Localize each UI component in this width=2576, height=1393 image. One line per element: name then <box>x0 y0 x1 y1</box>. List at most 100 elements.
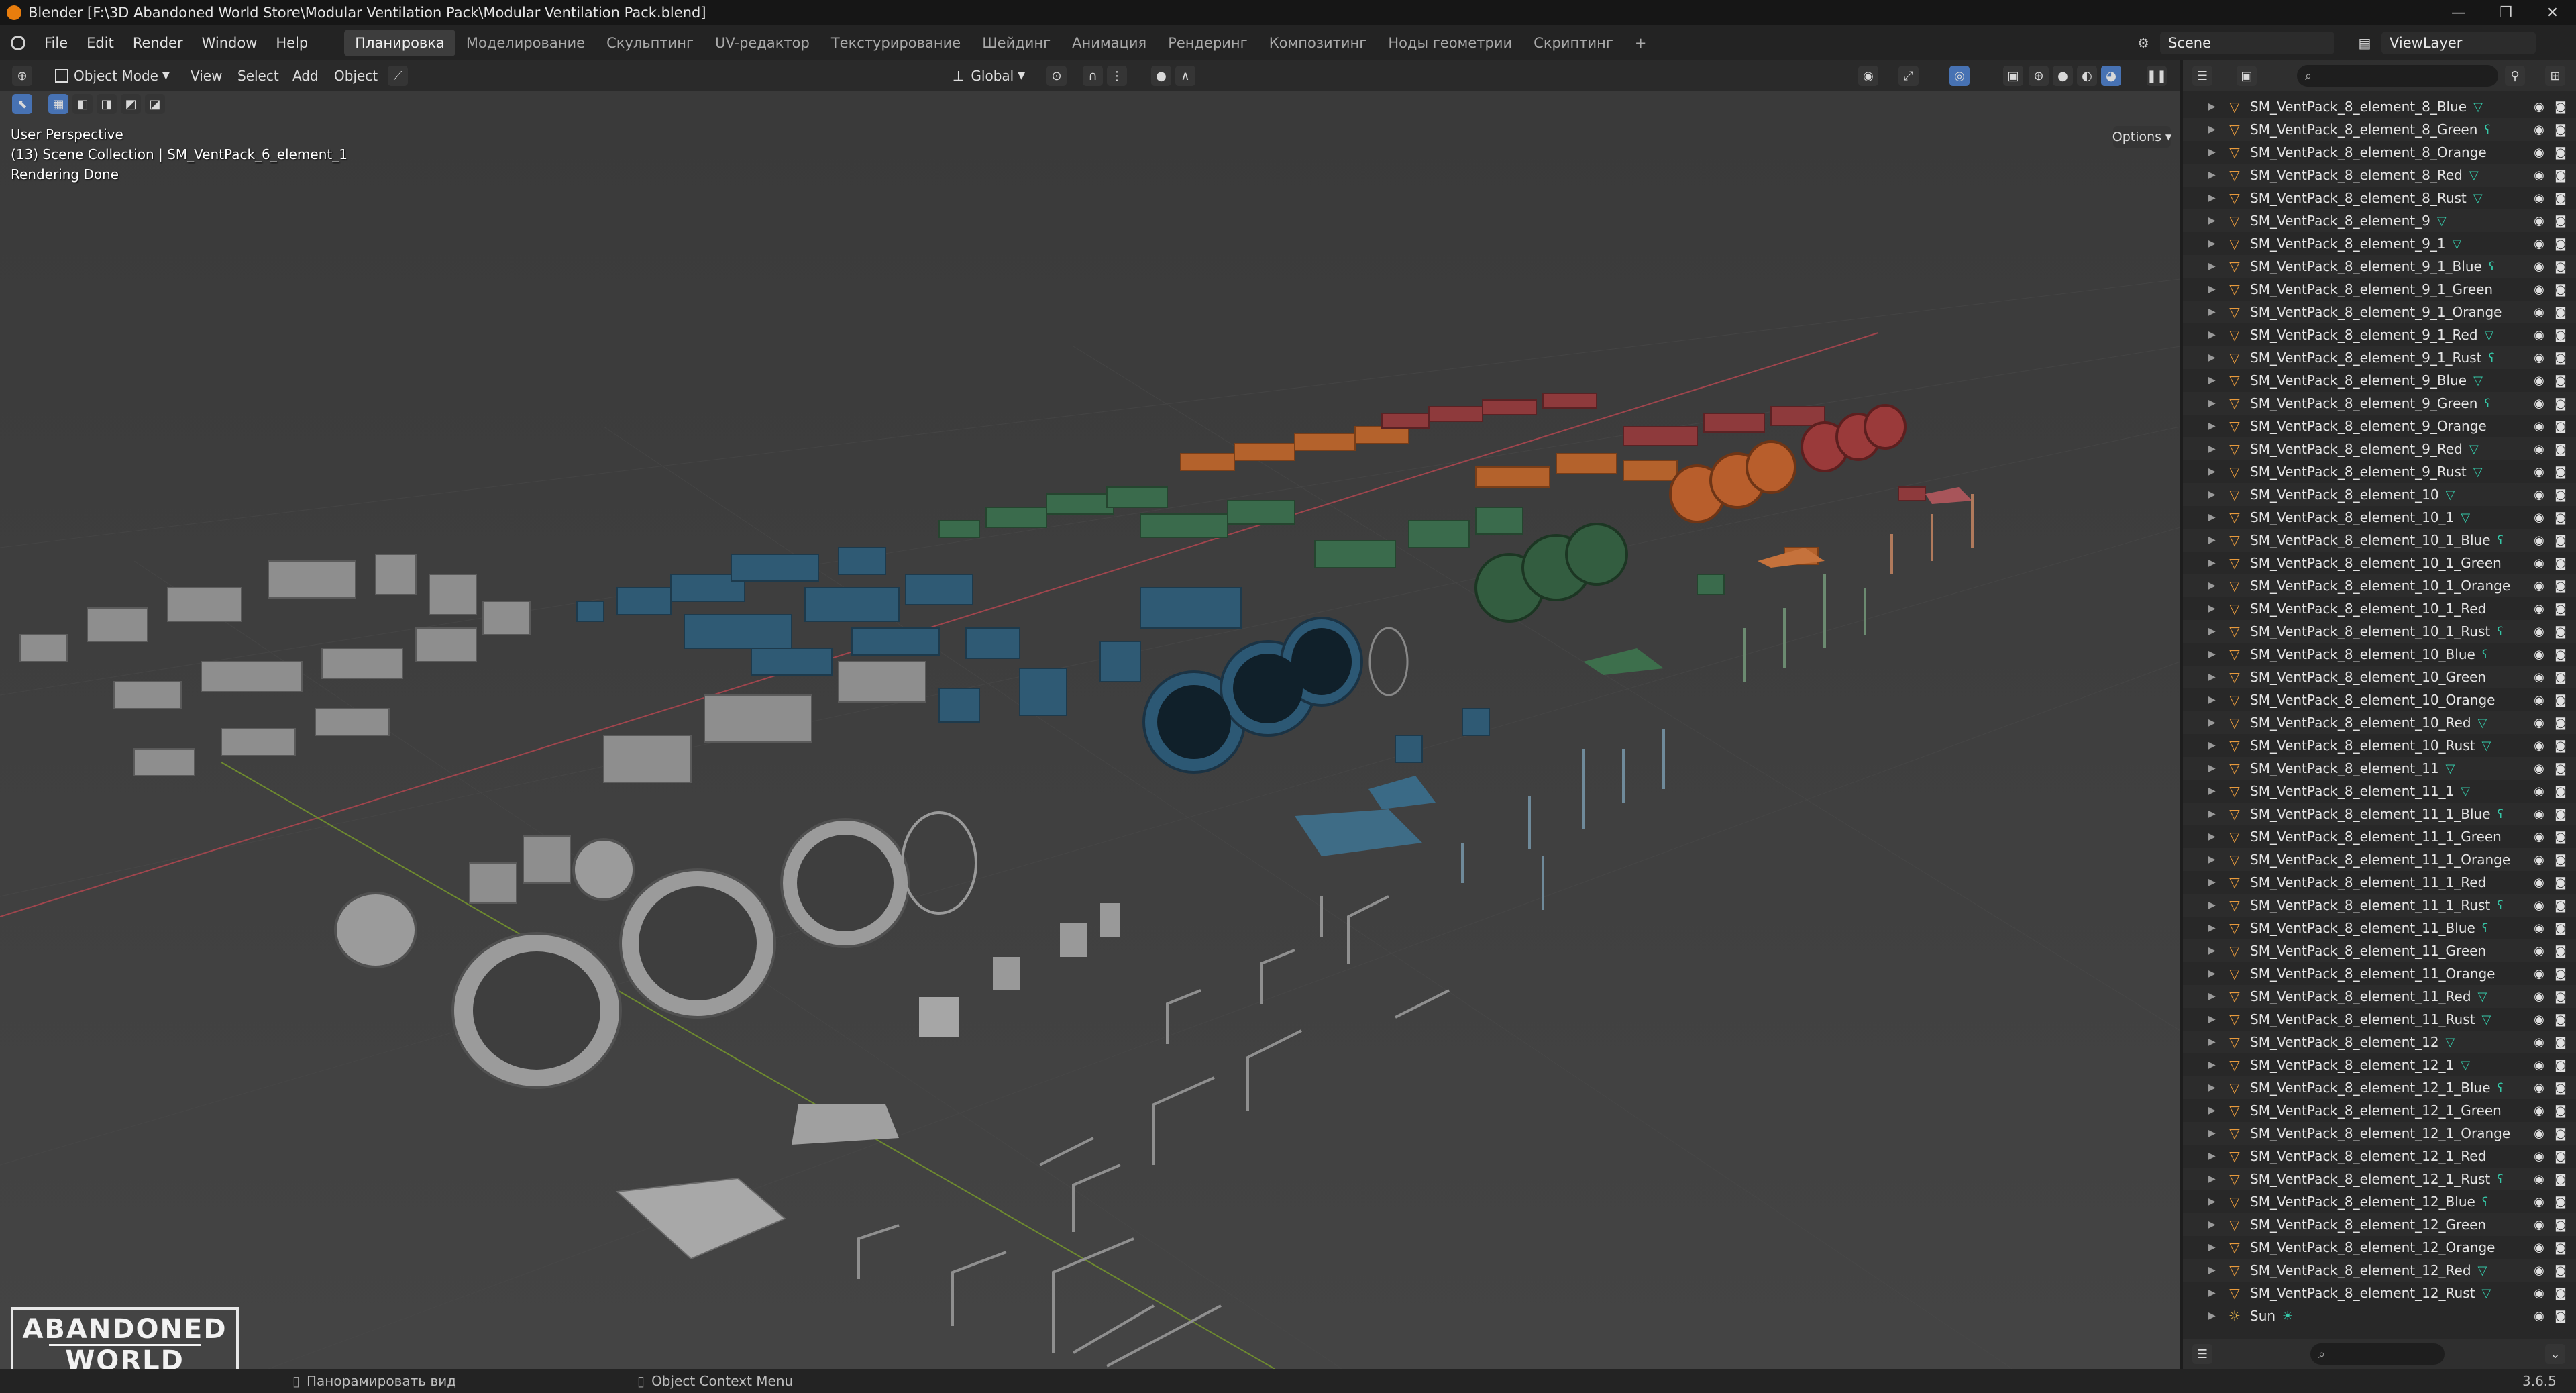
tab-scripting[interactable]: Скриптинг <box>1523 30 1624 56</box>
outliner-row[interactable]: ▶ ▽ SM_VentPack_8_element_9_1 ▽ ◉ ◙ <box>2183 232 2576 255</box>
visibility-eye-icon[interactable]: ◉ <box>2530 1013 2548 1027</box>
render-camera-icon[interactable]: ◙ <box>2552 1127 2569 1141</box>
visibility-eye-icon[interactable]: ◉ <box>2530 260 2548 274</box>
mesh-data-icon[interactable]: ʕ <box>2488 351 2494 365</box>
gizmo-icon[interactable]: ⤢ <box>1898 66 1919 86</box>
expand-triangle-icon[interactable]: ▶ <box>2208 398 2220 409</box>
mesh-data-icon[interactable]: ▽ <box>2481 739 2491 753</box>
mesh-data-icon[interactable]: ▽ <box>2453 237 2462 251</box>
visibility-eye-icon[interactable]: ◉ <box>2530 146 2548 160</box>
expand-triangle-icon[interactable]: ▶ <box>2208 444 2220 454</box>
expand-triangle-icon[interactable]: ▶ <box>2208 968 2220 979</box>
select-box-icon[interactable]: ▦ <box>48 94 68 114</box>
outliner-row[interactable]: ▶ ▽ SM_VentPack_8_element_10_1_Green ◉ ◙ <box>2183 552 2576 574</box>
mesh-data-icon[interactable]: ▽ <box>2478 990 2487 1004</box>
mesh-data-icon[interactable]: ▽ <box>2446 488 2455 502</box>
maximize-button[interactable]: ❐ <box>2482 0 2529 25</box>
render-camera-icon[interactable]: ◙ <box>2552 762 2569 776</box>
tab-shading[interactable]: Шейдинг <box>971 30 1061 56</box>
mesh-data-icon[interactable]: ʕ <box>2484 123 2490 137</box>
outliner-editor-type-icon[interactable]: ☰ <box>2192 66 2212 86</box>
visibility-eye-icon[interactable]: ◉ <box>2530 100 2548 114</box>
visibility-eye-icon[interactable]: ◉ <box>2530 488 2548 502</box>
render-camera-icon[interactable]: ◙ <box>2552 1013 2569 1027</box>
visibility-eye-icon[interactable]: ◉ <box>2530 1081 2548 1095</box>
mesh-data-icon[interactable]: ▽ <box>2478 1263 2487 1278</box>
expand-triangle-icon[interactable]: ▶ <box>2208 124 2220 135</box>
outliner-row[interactable]: ▶ ▽ SM_VentPack_8_element_12_Red ▽ ◉ ◙ <box>2183 1259 2576 1282</box>
mesh-data-icon[interactable]: ʕ <box>2498 533 2504 548</box>
snap-toggle-icon[interactable]: ∩ <box>1083 66 1103 86</box>
render-camera-icon[interactable]: ◙ <box>2552 579 2569 593</box>
expand-triangle-icon[interactable]: ▶ <box>2208 1060 2220 1070</box>
snap-target-icon[interactable]: ⋮ <box>1107 66 1127 86</box>
mesh-data-icon[interactable]: ▽ <box>2461 1058 2470 1072</box>
outliner-row[interactable]: ▶ ▽ SM_VentPack_8_element_9_Rust ▽ ◉ ◙ <box>2183 460 2576 483</box>
overlay-icon[interactable]: ◎ <box>1949 66 1970 86</box>
mesh-data-icon[interactable]: ▽ <box>2473 191 2483 205</box>
expand-triangle-icon[interactable]: ▶ <box>2208 307 2220 317</box>
select-menu[interactable]: Select <box>237 65 279 87</box>
render-camera-icon[interactable]: ◙ <box>2552 739 2569 753</box>
mesh-data-icon[interactable]: ʕ <box>2497 625 2503 639</box>
view-menu[interactable]: View <box>191 65 222 87</box>
material-shading-icon[interactable]: ◐ <box>2077 66 2097 86</box>
render-camera-icon[interactable]: ◙ <box>2552 716 2569 730</box>
outliner-row[interactable]: ▶ ▽ SM_VentPack_8_element_12_1_Orange ◉ ◙ <box>2183 1122 2576 1145</box>
expand-triangle-icon[interactable]: ▶ <box>2208 831 2220 842</box>
render-camera-icon[interactable]: ◙ <box>2552 921 2569 935</box>
visibility-eye-icon[interactable]: ◉ <box>2530 237 2548 251</box>
mesh-data-icon[interactable]: ▽ <box>2473 374 2483 388</box>
select-subtract-icon[interactable]: ◨ <box>97 94 117 114</box>
render-camera-icon[interactable]: ◙ <box>2552 876 2569 890</box>
outliner-row[interactable]: ▶ ▽ SM_VentPack_8_element_11_1_Green ◉ ◙ <box>2183 825 2576 848</box>
render-camera-icon[interactable]: ◙ <box>2552 784 2569 798</box>
outliner-row[interactable]: ▶ ▽ SM_VentPack_8_element_12_1_Rust ʕ ◉ ◙ <box>2183 1168 2576 1190</box>
expand-triangle-icon[interactable]: ▶ <box>2208 101 2220 112</box>
tab-texture-paint[interactable]: Текстурирование <box>820 30 971 56</box>
visibility-eye-icon[interactable]: ◉ <box>2530 716 2548 730</box>
outliner-row[interactable]: ▶ ▽ SM_VentPack_8_element_8_Green ʕ ◉ ◙ <box>2183 118 2576 141</box>
expand-triangle-icon[interactable]: ▶ <box>2208 1196 2220 1207</box>
outliner-row[interactable]: ▶ ▽ SM_VentPack_8_element_11_Red ▽ ◉ ◙ <box>2183 985 2576 1008</box>
expand-triangle-icon[interactable]: ▶ <box>2208 284 2220 295</box>
render-camera-icon[interactable]: ◙ <box>2552 374 2569 388</box>
mesh-data-icon[interactable]: ▽ <box>2473 465 2483 479</box>
render-camera-icon[interactable]: ◙ <box>2552 602 2569 616</box>
render-camera-icon[interactable]: ◙ <box>2552 1081 2569 1095</box>
outliner-row[interactable]: ▶ ▽ SM_VentPack_8_element_11_1_Orange ◉ ◙ <box>2183 848 2576 871</box>
expand-triangle-icon[interactable]: ▶ <box>2208 945 2220 956</box>
outliner-row[interactable]: ▶ ▽ SM_VentPack_8_element_9_1_Red ▽ ◉ ◙ <box>2183 323 2576 346</box>
render-camera-icon[interactable]: ◙ <box>2552 944 2569 958</box>
expand-triangle-icon[interactable]: ▶ <box>2208 1265 2220 1276</box>
outliner-row[interactable]: ▶ ▽ SM_VentPack_8_element_12_Rust ▽ ◉ ◙ <box>2183 1282 2576 1304</box>
render-camera-icon[interactable]: ◙ <box>2552 1058 2569 1072</box>
expand-triangle-icon[interactable]: ▶ <box>2208 854 2220 865</box>
select-tool-icon[interactable]: ⬉ <box>12 94 32 114</box>
outliner-row[interactable]: ▶ ▽ SM_VentPack_8_element_8_Red ▽ ◉ ◙ <box>2183 164 2576 187</box>
render-camera-icon[interactable]: ◙ <box>2552 1309 2569 1323</box>
mode-selector[interactable]: Object Mode ▼ <box>55 65 170 87</box>
view-layer-icon[interactable]: ▤ <box>2348 32 2381 54</box>
visibility-eye-icon[interactable]: ◉ <box>2530 807 2548 821</box>
render-camera-icon[interactable]: ◙ <box>2552 237 2569 251</box>
add-workspace-button[interactable]: + <box>1624 30 1658 56</box>
visibility-eye-icon[interactable]: ◉ <box>2530 533 2548 548</box>
mesh-data-icon[interactable]: ▽ <box>2469 168 2479 183</box>
object-menu[interactable]: Object <box>334 65 378 87</box>
select-invert-icon[interactable]: ◩ <box>121 94 141 114</box>
mesh-data-icon[interactable]: ʕ <box>2489 260 2495 274</box>
scene-selector[interactable]: Scene <box>2160 32 2334 54</box>
wireframe-shading-icon[interactable]: ⊕ <box>2029 66 2049 86</box>
expand-triangle-icon[interactable]: ▶ <box>2208 1151 2220 1162</box>
pivot-icon[interactable]: ⊙ <box>1046 66 1067 86</box>
visibility-icon[interactable]: ◉ <box>1858 66 1878 86</box>
render-camera-icon[interactable]: ◙ <box>2552 328 2569 342</box>
expand-triangle-icon[interactable]: ▶ <box>2208 1242 2220 1253</box>
outliner-row[interactable]: ▶ ▽ SM_VentPack_8_element_12_Green ◉ ◙ <box>2183 1213 2576 1236</box>
render-camera-icon[interactable]: ◙ <box>2552 853 2569 867</box>
expand-triangle-icon[interactable]: ▶ <box>2208 215 2220 226</box>
visibility-eye-icon[interactable]: ◉ <box>2530 876 2548 890</box>
outliner-row[interactable]: ▶ ▽ SM_VentPack_8_element_10_Green ◉ ◙ <box>2183 666 2576 688</box>
outliner-row[interactable]: ▶ ▽ SM_VentPack_8_element_11_1 ▽ ◉ ◙ <box>2183 780 2576 803</box>
